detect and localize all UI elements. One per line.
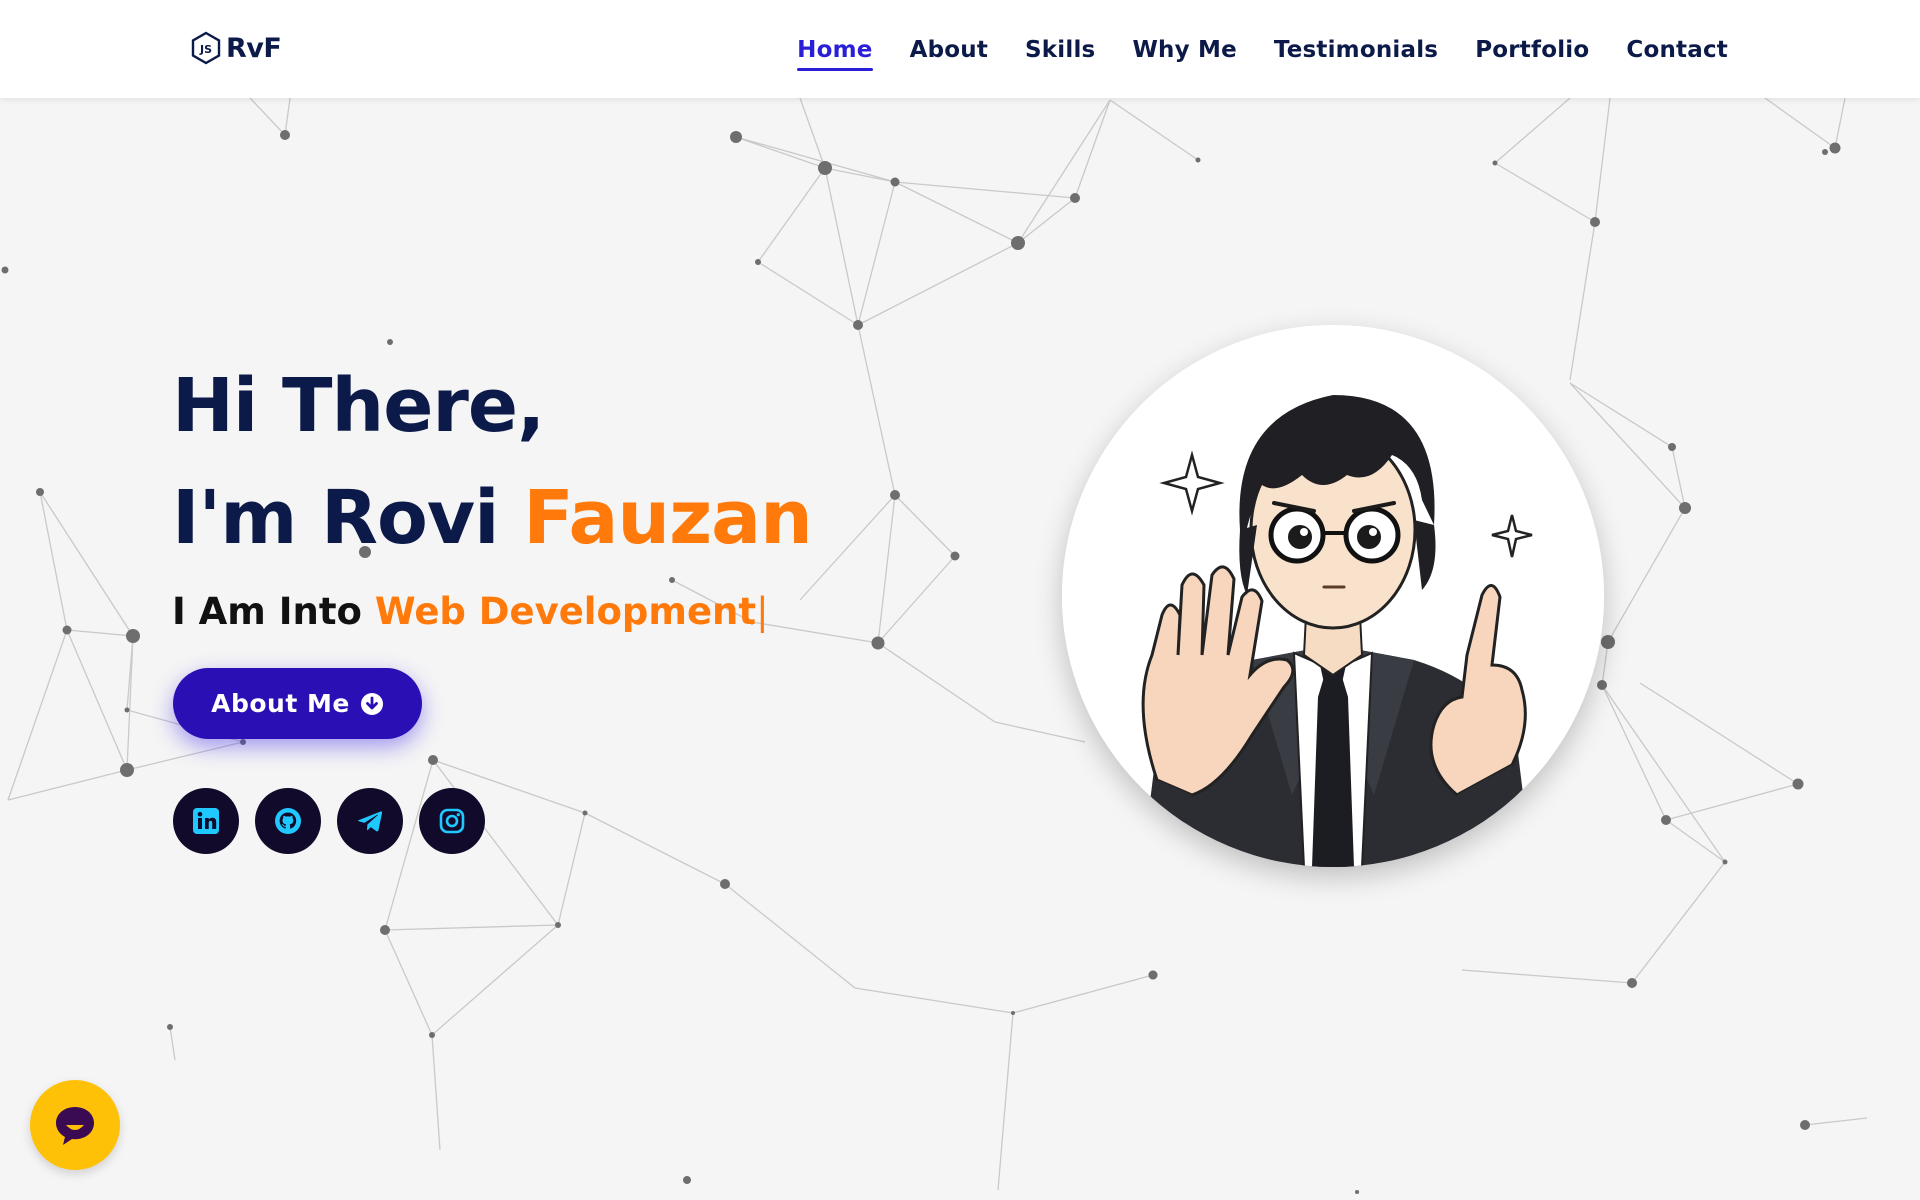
tagline-prefix: I Am Into: [172, 590, 375, 633]
linkedin-icon: [193, 808, 219, 834]
particle-network-background: [1, 98, 1868, 1194]
linkedin-link[interactable]: [173, 788, 239, 854]
nav-portfolio[interactable]: Portfolio: [1475, 29, 1589, 69]
typed-text: Web Development: [374, 590, 757, 633]
logo-text: RvF: [226, 32, 282, 64]
navbar: JS RvF Home About Skills Why Me Testimon…: [0, 0, 1920, 98]
hero-heading: Hi There, I'm Rovi Fauzan: [172, 350, 813, 574]
social-links: [173, 788, 501, 854]
site-logo[interactable]: JS RvF: [190, 28, 282, 68]
hero-section: Hi There, I'm Rovi Fauzan I Am Into Web …: [172, 350, 813, 633]
instagram-link[interactable]: [419, 788, 485, 854]
nav-about[interactable]: About: [910, 29, 988, 69]
greeting-name-accent: Fauzan: [523, 475, 813, 561]
about-me-button-label: About Me: [211, 689, 350, 718]
telegram-icon: [357, 811, 383, 832]
svg-text:JS: JS: [199, 43, 212, 56]
telegram-link[interactable]: [337, 788, 403, 854]
chat-bubble-icon: [56, 1107, 94, 1145]
greeting-line-1: Hi There,: [172, 363, 545, 449]
nav-home[interactable]: Home: [797, 29, 874, 71]
instagram-icon: [439, 808, 465, 834]
github-link[interactable]: [255, 788, 321, 854]
nav-skills[interactable]: Skills: [1025, 29, 1095, 69]
greeting-line-2-prefix: I'm Rovi: [172, 475, 524, 561]
chat-widget-button[interactable]: [30, 1080, 120, 1170]
profile-avatar: [1062, 325, 1604, 867]
hero-tagline: I Am Into Web Development|: [172, 590, 812, 633]
github-icon: [275, 808, 301, 834]
nav-menu: Home About Skills Why Me Testimonials Po…: [760, 0, 1728, 98]
about-me-button[interactable]: About Me: [173, 668, 422, 739]
js-hexagon-icon: JS: [191, 31, 221, 65]
typing-cursor: |: [756, 590, 769, 633]
anime-boy-waving-avatar: [1062, 325, 1604, 867]
nav-testimonials[interactable]: Testimonials: [1274, 29, 1438, 69]
arrow-circle-down-icon: [360, 692, 383, 715]
nav-contact[interactable]: Contact: [1626, 29, 1728, 69]
nav-why-me[interactable]: Why Me: [1132, 29, 1236, 69]
